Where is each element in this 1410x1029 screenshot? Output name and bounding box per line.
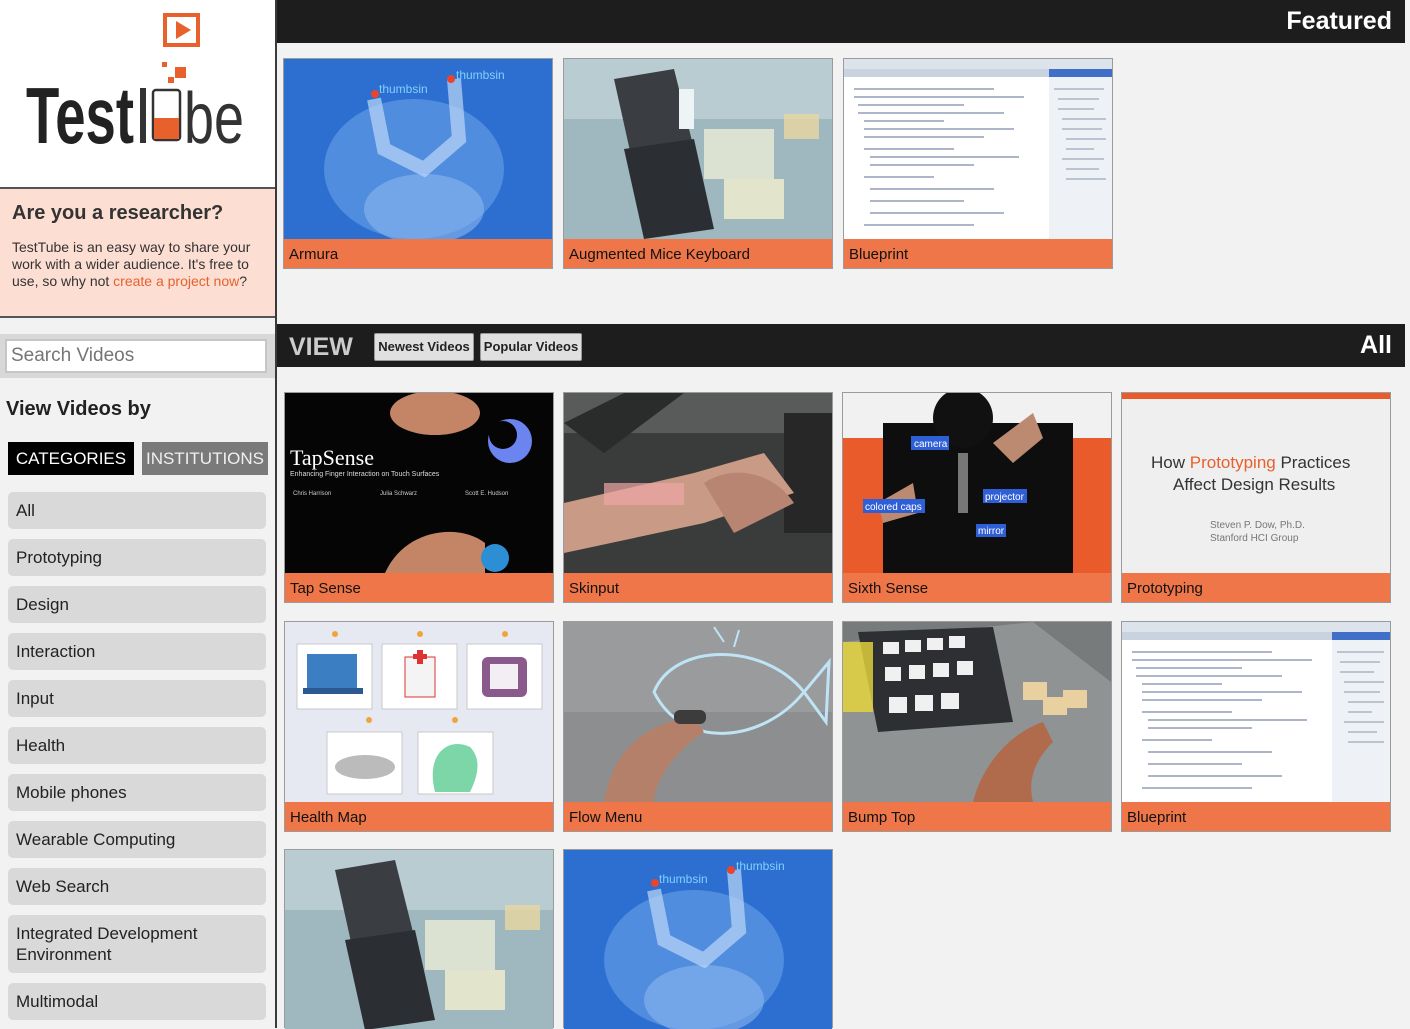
svg-text:mirror: mirror — [978, 526, 1005, 537]
svg-text:Enhancing Finger Interaction o: Enhancing Finger Interaction on Touch Su… — [290, 471, 440, 478]
svg-text:Julia Schwarz: Julia Schwarz — [380, 491, 417, 497]
video-title[interactable]: Blueprint — [1122, 802, 1390, 831]
category-all[interactable]: All — [8, 492, 266, 529]
featured-bar: Featured — [277, 0, 1405, 43]
category-health[interactable]: Health — [8, 727, 266, 764]
view-label: VIEW — [289, 333, 353, 361]
video-title[interactable]: Health Map — [285, 802, 553, 831]
logo-text-test: Test — [26, 71, 134, 160]
svg-text:Chris Harrison: Chris Harrison — [293, 491, 331, 497]
logo-wordmark: Test be — [26, 71, 244, 160]
video-thumbnail — [564, 59, 832, 239]
video-title[interactable]: Tap Sense — [285, 573, 553, 602]
svg-text:colored caps: colored caps — [865, 502, 922, 513]
researcher-heading: Are you a researcher? — [12, 202, 224, 224]
svg-text:Stanford HCI Group: Stanford HCI Group — [1210, 533, 1299, 544]
category-design[interactable]: Design — [8, 586, 266, 623]
category-interaction[interactable]: Interaction — [8, 633, 266, 670]
video-title[interactable]: Augmented Mice Keyboard — [564, 239, 832, 268]
create-project-link[interactable]: create a project now — [113, 273, 239, 289]
video-title[interactable]: Blueprint — [844, 239, 1112, 268]
svg-text:thumbsin: thumbsin — [379, 82, 428, 96]
svg-text:projector: projector — [985, 492, 1025, 503]
video-card-tap-sense[interactable]: TapSense Enhancing Finger Interaction on… — [284, 392, 554, 603]
svg-text:camera: camera — [914, 439, 948, 450]
video-title[interactable]: Armura — [284, 239, 552, 268]
video-thumbnail: camera colored caps projector mirror — [843, 393, 1111, 573]
video-thumbnail — [844, 59, 1112, 239]
svg-text:thumbsin: thumbsin — [659, 872, 708, 886]
video-card-blueprint[interactable]: Blueprint — [843, 58, 1113, 269]
video-title[interactable]: Skinput — [564, 573, 832, 602]
video-card-skinput[interactable]: Skinput — [563, 392, 833, 603]
category-ide[interactable]: Integrated Development Environment — [8, 915, 266, 973]
svg-text:TapSense: TapSense — [290, 445, 374, 470]
category-wearable-computing[interactable]: Wearable Computing — [8, 821, 266, 858]
video-card-flow-menu[interactable]: Flow Menu — [563, 621, 833, 832]
video-thumbnail: thumbsin thumbsin — [284, 59, 552, 239]
category-input[interactable]: Input — [8, 680, 266, 717]
svg-text:How Prototyping Practices: How Prototyping Practices — [1151, 453, 1350, 472]
video-thumbnail: TapSense Enhancing Finger Interaction on… — [285, 393, 553, 573]
video-title[interactable]: Bump Top — [843, 802, 1111, 831]
video-thumbnail — [564, 393, 832, 573]
video-title[interactable]: Prototyping — [1122, 573, 1390, 602]
sidebar: Test be Are you a researcher? TestTube i… — [0, 0, 277, 1028]
video-card-prototyping[interactable]: How Prototyping Practices Affect Design … — [1121, 392, 1391, 603]
video-thumbnail: How Prototyping Practices Affect Design … — [1122, 393, 1390, 573]
researcher-panel: Are you a researcher? TestTube is an eas… — [0, 189, 275, 318]
search-bar — [0, 334, 275, 378]
researcher-text: TestTube is an easy way to share your wo… — [12, 239, 251, 289]
video-card-bump-top[interactable]: Bump Top — [842, 621, 1112, 832]
video-thumbnail — [1122, 622, 1390, 802]
svg-text:Steven P. Dow, Ph.D.: Steven P. Dow, Ph.D. — [1210, 520, 1305, 531]
video-title[interactable]: Flow Menu — [564, 802, 832, 831]
video-card-health-map[interactable]: Health Map — [284, 621, 554, 832]
video-card-armura[interactable]: thumbsin thumbsin Armura — [283, 58, 553, 269]
video-thumbnail — [564, 622, 832, 802]
svg-text:Affect Design Results: Affect Design Results — [1173, 475, 1335, 494]
popular-videos-button[interactable]: Popular Videos — [480, 333, 582, 361]
svg-text:be: be — [184, 79, 244, 159]
video-card-armura-2[interactable]: thumbsin thumbsin — [563, 849, 833, 1029]
category-multimodal[interactable]: Multimodal — [8, 983, 266, 1020]
newest-videos-button[interactable]: Newest Videos — [374, 333, 474, 361]
video-card-augmented-mice-keyboard-2[interactable] — [284, 849, 554, 1029]
video-thumbnail — [285, 622, 553, 802]
view-by-heading: View Videos by — [6, 398, 151, 420]
video-card-sixth-sense[interactable]: camera colored caps projector mirror Six… — [842, 392, 1112, 603]
tab-categories[interactable]: CATEGORIES — [8, 442, 134, 475]
video-card-augmented-mice-keyboard[interactable]: Augmented Mice Keyboard — [563, 58, 833, 269]
search-input[interactable] — [5, 339, 267, 373]
category-prototyping[interactable]: Prototyping — [8, 539, 266, 576]
svg-text:thumbsin: thumbsin — [456, 68, 505, 82]
video-thumbnail — [843, 622, 1111, 802]
filter-all[interactable]: All — [1360, 331, 1392, 360]
category-web-search[interactable]: Web Search — [8, 868, 266, 905]
featured-title: Featured — [1286, 7, 1392, 35]
logo[interactable]: Test be — [0, 0, 275, 189]
svg-text:Scott E. Hudson: Scott E. Hudson — [465, 491, 508, 497]
main-content: Featured thumbsin thumbsin Armura Augmen… — [277, 0, 1410, 1029]
tab-institutions[interactable]: INSTITUTIONS — [142, 442, 268, 475]
video-card-blueprint-2[interactable]: Blueprint — [1121, 621, 1391, 832]
video-thumbnail — [285, 850, 553, 1029]
category-mobile-phones[interactable]: Mobile phones — [8, 774, 266, 811]
svg-text:thumbsin: thumbsin — [736, 859, 785, 873]
video-thumbnail: thumbsin thumbsin — [564, 850, 832, 1029]
video-title[interactable]: Sixth Sense — [843, 573, 1111, 602]
